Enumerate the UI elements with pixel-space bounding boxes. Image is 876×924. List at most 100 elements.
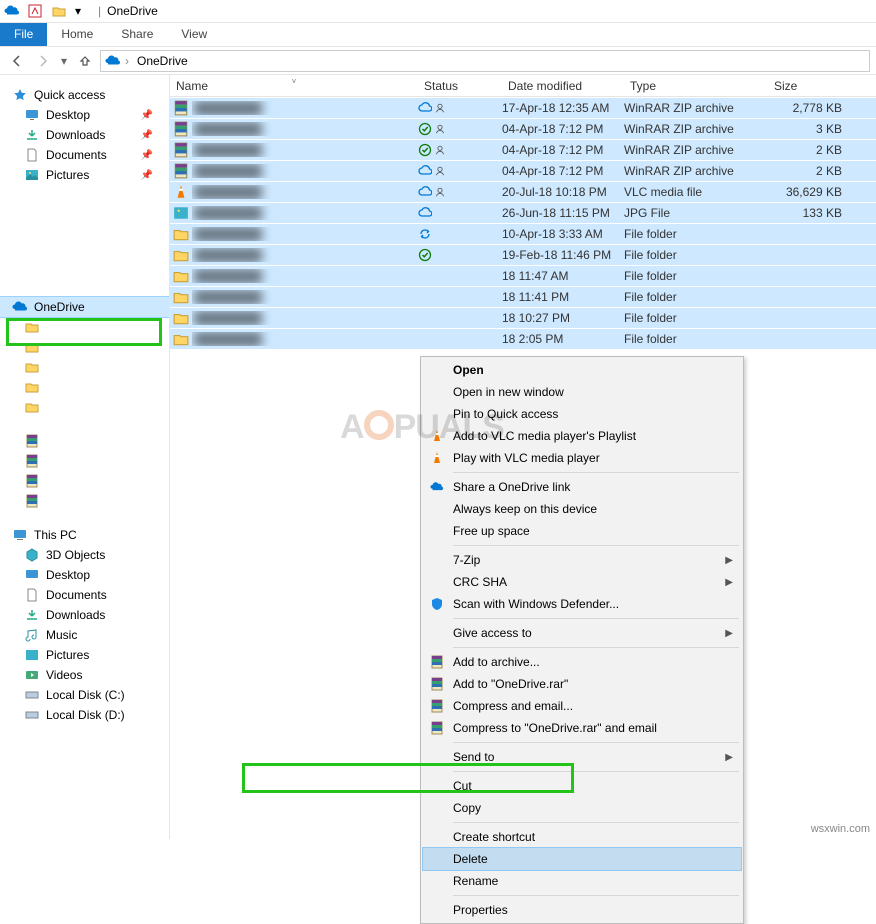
file-row[interactable]: ████████10-Apr-18 3:33 AMFile folder	[170, 223, 876, 244]
ctx-properties[interactable]: Properties	[423, 899, 741, 921]
file-row[interactable]: ████████18 11:41 PMFile folder	[170, 286, 876, 307]
sidebar-item-pictures[interactable]: Pictures 📌	[0, 165, 169, 185]
sidebar-local-disk-d[interactable]: Local Disk (D:)	[0, 705, 169, 725]
nav-forward-button[interactable]	[32, 50, 54, 72]
ctx-label: Share a OneDrive link	[453, 480, 570, 494]
desktop-icon	[24, 107, 40, 123]
qat-properties-button[interactable]	[24, 1, 46, 21]
sidebar-item-documents[interactable]: Documents 📌	[0, 145, 169, 165]
ctx-compress-email[interactable]: Compress and email...	[423, 695, 741, 717]
column-name[interactable]: Name˅	[170, 79, 418, 93]
sidebar-subfolder[interactable]	[0, 397, 169, 417]
window-titlebar: ▾ | OneDrive	[0, 0, 876, 23]
address-bar[interactable]: › OneDrive	[100, 50, 870, 72]
sidebar-rar-item[interactable]	[0, 451, 169, 471]
file-row[interactable]: ████████04-Apr-18 7:12 PMWinRAR ZIP arch…	[170, 160, 876, 181]
highlight-onedrive	[6, 318, 162, 346]
qat-dropdown-icon[interactable]: ▾	[72, 1, 84, 21]
ctx-separator	[453, 822, 739, 823]
file-row[interactable]: ████████17-Apr-18 12:35 AMWinRAR ZIP arc…	[170, 97, 876, 118]
ctx-delete[interactable]: Delete	[423, 848, 741, 870]
sidebar-rar-item[interactable]	[0, 471, 169, 491]
nav-history-dropdown[interactable]: ▾	[58, 50, 70, 72]
column-status[interactable]: Status	[418, 79, 502, 93]
ctx-label: Add to archive...	[453, 655, 540, 669]
nav-back-button[interactable]	[6, 50, 28, 72]
sidebar-documents-pc[interactable]: Documents	[0, 585, 169, 605]
sidebar-label: Downloads	[46, 128, 105, 142]
sidebar-pictures-pc[interactable]: Pictures	[0, 645, 169, 665]
sidebar-item-onedrive[interactable]: OneDrive	[0, 297, 169, 317]
ctx-pin-quick-access[interactable]: Pin to Quick access	[423, 403, 741, 425]
sidebar-subfolder[interactable]	[0, 357, 169, 377]
sidebar-music[interactable]: Music	[0, 625, 169, 645]
sidebar-videos[interactable]: Videos	[0, 665, 169, 685]
ribbon-tab-view[interactable]: View	[167, 23, 221, 46]
sidebar-label: Desktop	[46, 108, 90, 122]
file-date: 18 11:41 PM	[502, 290, 624, 304]
sidebar-3d-objects[interactable]: 3D Objects	[0, 545, 169, 565]
ctx-open-new-window[interactable]: Open in new window	[423, 381, 741, 403]
ctx-give-access[interactable]: Give access to▶	[423, 622, 741, 644]
file-icon	[170, 331, 192, 347]
ctx-create-shortcut[interactable]: Create shortcut	[423, 826, 741, 848]
file-type: VLC media file	[624, 185, 768, 199]
sidebar-this-pc[interactable]: This PC	[0, 525, 169, 545]
ctx-separator	[453, 618, 739, 619]
ctx-add-archive[interactable]: Add to archive...	[423, 651, 741, 673]
ctx-add-vlc-playlist[interactable]: Add to VLC media player's Playlist	[423, 425, 741, 447]
ribbon-tab-share[interactable]: Share	[107, 23, 167, 46]
column-date-modified[interactable]: Date modified	[502, 79, 624, 93]
sidebar-quick-access[interactable]: Quick access	[0, 85, 169, 105]
ctx-7zip[interactable]: 7-Zip▶	[423, 549, 741, 571]
ctx-rename[interactable]: Rename	[423, 870, 741, 892]
sidebar-rar-item[interactable]	[0, 431, 169, 451]
file-row[interactable]: ████████04-Apr-18 7:12 PMWinRAR ZIP arch…	[170, 118, 876, 139]
breadcrumb-arrow-icon[interactable]: ›	[125, 54, 129, 68]
file-date: 17-Apr-18 12:35 AM	[502, 101, 624, 115]
ribbon-tab-file[interactable]: File	[0, 23, 47, 46]
file-type: File folder	[624, 227, 768, 241]
rar-icon	[24, 493, 40, 509]
file-row[interactable]: ████████19-Feb-18 11:46 PMFile folder	[170, 244, 876, 265]
rar-icon	[24, 433, 40, 449]
titlebar-separator: |	[98, 4, 101, 18]
sidebar-item-desktop[interactable]: Desktop 📌	[0, 105, 169, 125]
ctx-crc-sha[interactable]: CRC SHA▶	[423, 571, 741, 593]
ctx-copy[interactable]: Copy	[423, 797, 741, 819]
nav-up-button[interactable]	[74, 50, 96, 72]
sidebar-label: Music	[46, 628, 77, 642]
sidebar-subfolder[interactable]	[0, 377, 169, 397]
pictures-icon	[24, 647, 40, 663]
file-row[interactable]: ████████20-Jul-18 10:18 PMVLC media file…	[170, 181, 876, 202]
ribbon-tab-home[interactable]: Home	[47, 23, 107, 46]
file-row[interactable]: ████████04-Apr-18 7:12 PMWinRAR ZIP arch…	[170, 139, 876, 160]
sidebar-label: Videos	[46, 668, 82, 682]
file-row[interactable]: ████████18 11:47 AMFile folder	[170, 265, 876, 286]
column-type[interactable]: Type	[624, 79, 768, 93]
ctx-free-up-space[interactable]: Free up space	[423, 520, 741, 542]
sidebar-rar-item[interactable]	[0, 491, 169, 511]
sidebar-local-disk-c[interactable]: Local Disk (C:)	[0, 685, 169, 705]
file-size: 3 KB	[768, 122, 858, 136]
file-row[interactable]: ████████26-Jun-18 11:15 PMJPG File133 KB	[170, 202, 876, 223]
file-row[interactable]: ████████18 10:27 PMFile folder	[170, 307, 876, 328]
sidebar-desktop-pc[interactable]: Desktop	[0, 565, 169, 585]
qat-newfolder-button[interactable]	[48, 1, 70, 21]
ctx-share-onedrive[interactable]: Share a OneDrive link	[423, 476, 741, 498]
ctx-compress-to-email[interactable]: Compress to "OneDrive.rar" and email	[423, 717, 741, 739]
ctx-windows-defender[interactable]: Scan with Windows Defender...	[423, 593, 741, 615]
this-pc-icon	[12, 527, 28, 543]
pictures-icon	[24, 167, 40, 183]
file-row[interactable]: ████████18 2:05 PMFile folder	[170, 328, 876, 349]
file-icon	[170, 205, 192, 221]
breadcrumb-item[interactable]: OneDrive	[133, 54, 192, 68]
column-size[interactable]: Size	[768, 79, 858, 93]
sidebar-item-downloads[interactable]: Downloads 📌	[0, 125, 169, 145]
ctx-play-vlc[interactable]: Play with VLC media player	[423, 447, 741, 469]
sidebar-downloads-pc[interactable]: Downloads	[0, 605, 169, 625]
file-name: ████████	[192, 185, 418, 199]
ctx-always-keep[interactable]: Always keep on this device	[423, 498, 741, 520]
ctx-add-to-rar[interactable]: Add to "OneDrive.rar"	[423, 673, 741, 695]
ctx-open[interactable]: Open	[423, 359, 741, 381]
